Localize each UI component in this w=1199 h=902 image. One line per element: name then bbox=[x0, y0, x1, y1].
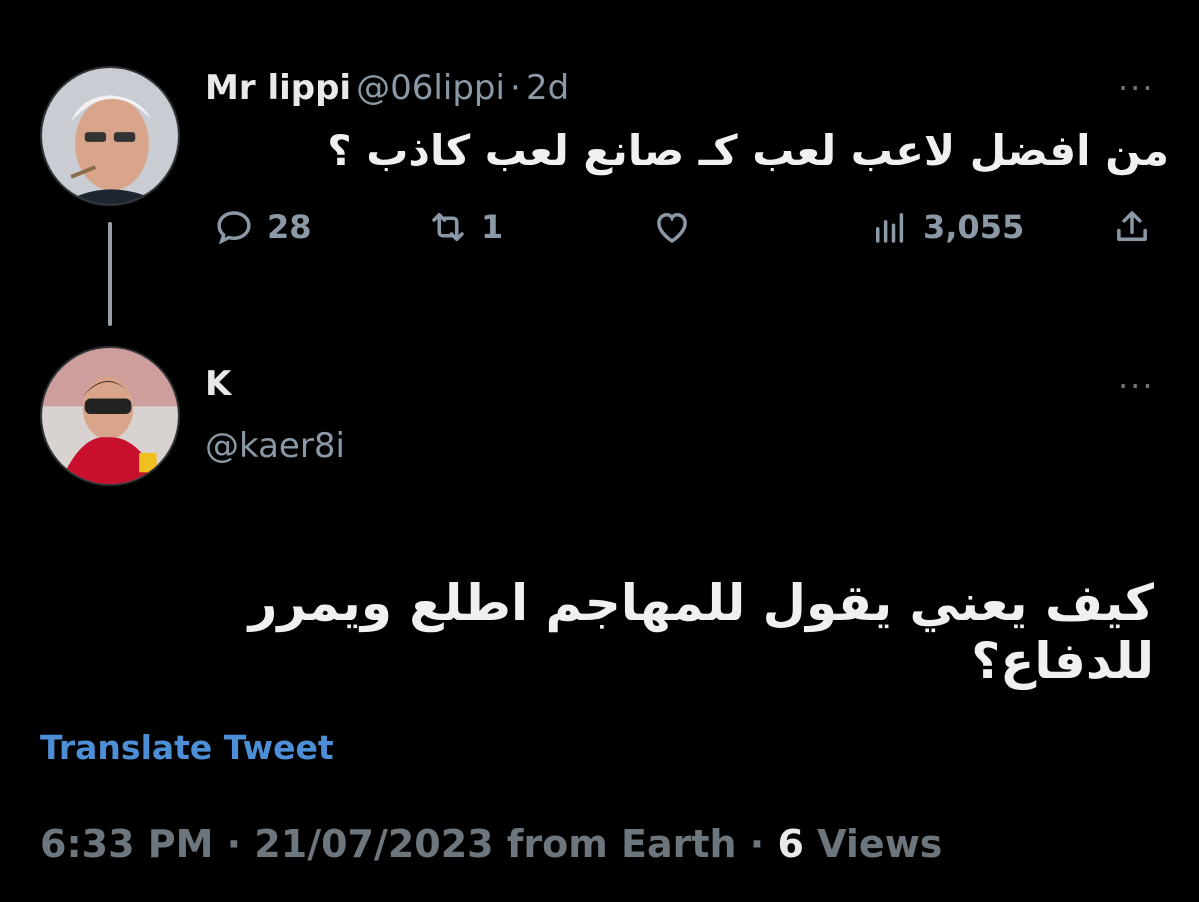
translate-tweet-link[interactable]: Translate Tweet bbox=[40, 728, 334, 767]
avatar-image bbox=[42, 68, 178, 204]
tweet2-meta: 6:33 PM · 21/07/2023 from Earth · 6 View… bbox=[40, 822, 942, 866]
tweet1-author-handle[interactable]: @06lippi bbox=[356, 68, 505, 108]
avatar-mr-lippi[interactable] bbox=[40, 66, 180, 206]
tweet2-timestamp[interactable]: 6:33 PM · 21/07/2023 from Earth · bbox=[40, 822, 777, 866]
tweet2-text: كيف يعني يقول للمهاجم اطلع ويمرر للدفاع؟ bbox=[248, 574, 1154, 690]
reply-icon bbox=[217, 211, 251, 245]
reply-button[interactable]: 28 bbox=[213, 206, 312, 248]
tweet1-text: من افضل لاعب لعب كـ صانع لعب كاذب ؟ bbox=[327, 126, 1169, 175]
tweet1-more-icon[interactable]: ··· bbox=[1118, 72, 1155, 104]
tweet2-views-count: 6 bbox=[777, 822, 804, 866]
tweet1-header: Mr lippi @06lippi · 2d bbox=[205, 68, 569, 108]
tweet1-author-name[interactable]: Mr lippi bbox=[205, 68, 351, 108]
share-icon bbox=[1117, 211, 1147, 241]
reply-count: 28 bbox=[267, 208, 312, 246]
tweet2-views-label: Views bbox=[803, 822, 943, 866]
retweet-button[interactable]: 1 bbox=[427, 206, 503, 248]
tweet1-time[interactable]: 2d bbox=[526, 68, 569, 108]
tweet1-separator: · bbox=[510, 68, 521, 108]
view-count: 3,055 bbox=[923, 208, 1025, 246]
views-button[interactable]: 3,055 bbox=[869, 206, 1024, 248]
share-button[interactable] bbox=[1111, 206, 1153, 248]
analytics-icon bbox=[876, 213, 904, 243]
retweet-icon bbox=[432, 213, 464, 241]
tweet1-action-bar: 28 1 3,055 bbox=[205, 206, 1165, 266]
retweet-count: 1 bbox=[481, 208, 504, 246]
avatar-k[interactable] bbox=[40, 346, 180, 486]
tweet2-author-name[interactable]: K bbox=[205, 364, 231, 404]
avatar-image bbox=[42, 348, 178, 484]
heart-icon bbox=[657, 212, 687, 244]
thread-line bbox=[108, 222, 112, 326]
tweet2-more-icon[interactable]: ··· bbox=[1118, 370, 1155, 402]
like-button[interactable] bbox=[651, 206, 693, 248]
tweet2-author-handle[interactable]: @kaer8i bbox=[205, 426, 345, 466]
